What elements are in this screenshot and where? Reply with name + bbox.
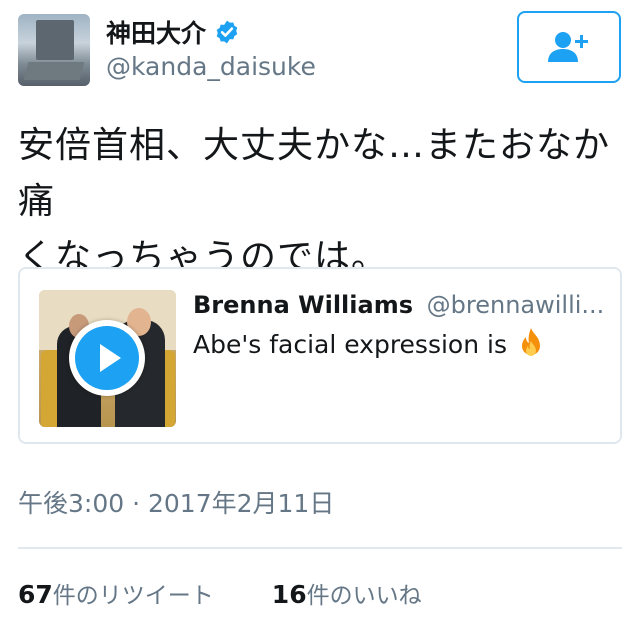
- retweet-label[interactable]: 件のリツイート: [53, 576, 214, 610]
- author-display-name[interactable]: 神田大介: [106, 14, 206, 50]
- author-avatar[interactable]: [18, 14, 90, 86]
- quoted-tweet-card[interactable]: Brenna Williams @brennawilli... Abe's fa…: [18, 267, 622, 444]
- tweet-stats: 67 件のリツイート 16 件のいいね: [18, 576, 422, 610]
- avatar-sculpture-block: [36, 20, 74, 60]
- quoted-tweet-header: Brenna Williams @brennawilli...: [193, 291, 608, 319]
- quoted-tweet-text: Abe's facial expression is: [193, 327, 547, 361]
- divider: [18, 547, 622, 549]
- tweet-text: 安倍首相、大丈夫かな…またおなか痛 くなっちゃうのでは。: [18, 118, 624, 286]
- play-icon: [75, 326, 139, 390]
- verified-badge-icon: [216, 20, 238, 44]
- tweet-timestamp[interactable]: 午後3:00 · 2017年2月11日: [18, 484, 334, 520]
- quoted-tweet-text-content: Abe's facial expression is: [193, 329, 507, 359]
- follow-button[interactable]: [517, 11, 621, 83]
- like-label[interactable]: 件のいいね: [307, 576, 422, 610]
- fire-icon: [522, 328, 540, 356]
- add-user-icon: [548, 32, 588, 62]
- quoted-author-handle[interactable]: @brennawilli...: [427, 291, 605, 319]
- play-triangle-icon: [100, 344, 121, 372]
- play-button[interactable]: [69, 320, 145, 396]
- tweet-text-line-1: 安倍首相、大丈夫かな…またおなか痛: [18, 125, 611, 222]
- quoted-author-name[interactable]: Brenna Williams: [193, 291, 413, 319]
- retweet-count[interactable]: 67: [18, 580, 53, 609]
- quoted-video-thumbnail[interactable]: [39, 290, 176, 427]
- author-handle[interactable]: @kanda_daisuke: [106, 52, 316, 81]
- avatar-sculpture-base: [23, 62, 85, 80]
- author-name-row: 神田大介: [106, 14, 240, 50]
- like-count[interactable]: 16: [272, 580, 307, 609]
